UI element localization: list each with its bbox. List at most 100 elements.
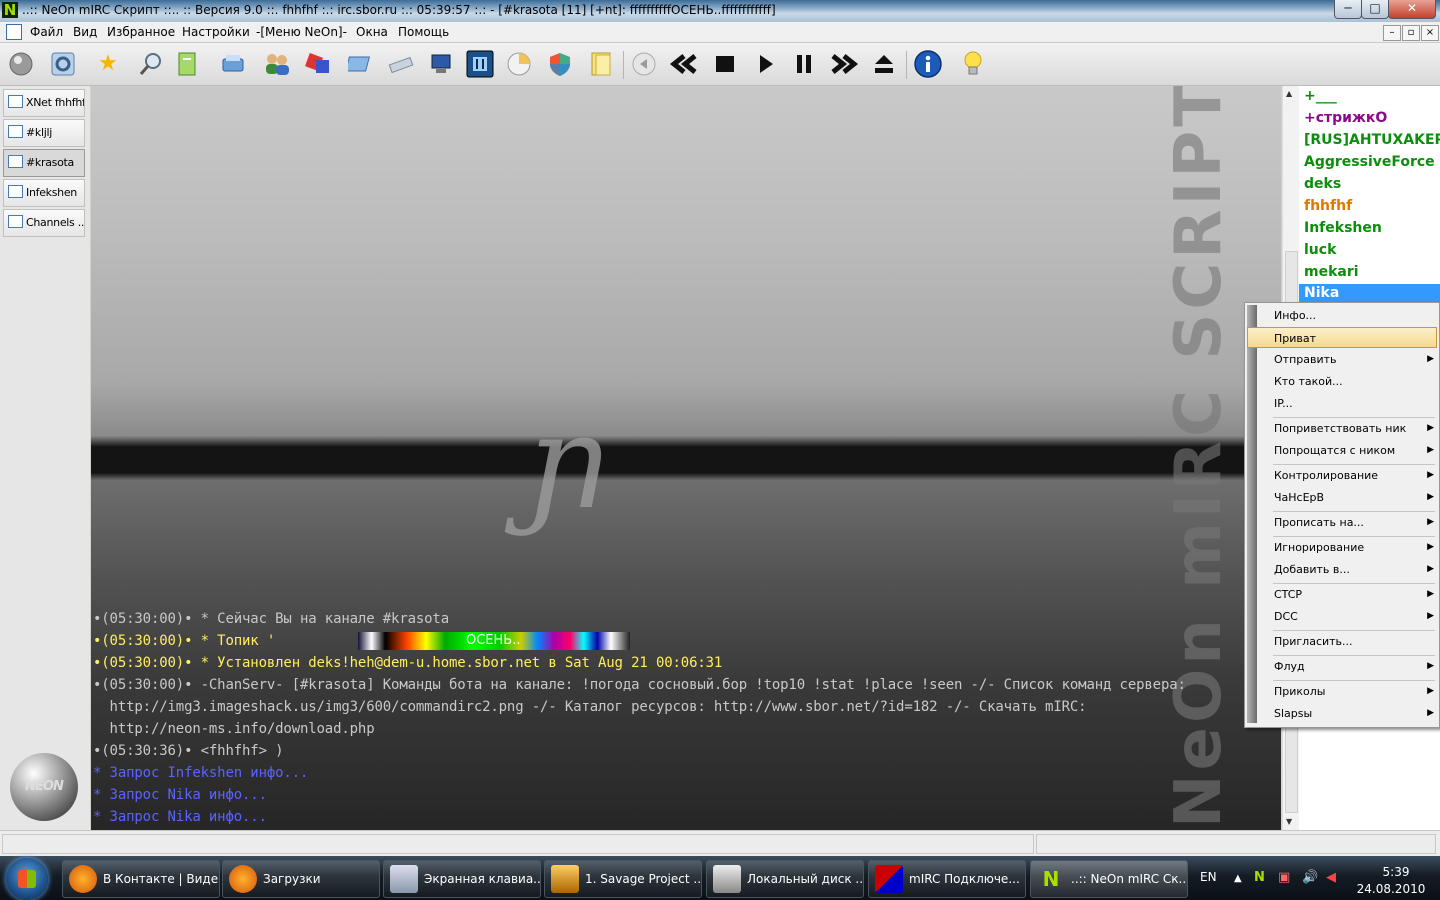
stop-icon[interactable] xyxy=(710,49,740,79)
menu-item-register[interactable]: Прописать на... ▶ xyxy=(1247,512,1437,533)
network-tray-icon[interactable]: ▣ xyxy=(1278,870,1290,885)
menu-item-whois[interactable]: Кто такой... xyxy=(1247,371,1437,392)
volume-icon[interactable]: 🔊 xyxy=(1302,870,1318,885)
menu-label: Приколы xyxy=(1274,685,1326,698)
status-bar xyxy=(0,830,1440,857)
connect-icon[interactable] xyxy=(6,49,36,79)
clock-time[interactable]: 5:39 xyxy=(1366,865,1426,879)
finder-icon[interactable] xyxy=(465,49,495,79)
menu-item-ip[interactable]: IP... xyxy=(1247,393,1437,414)
chat-line-text: •(05:30:00)• * Топик ' xyxy=(93,633,276,649)
menu-item-ignore[interactable]: Игнорирование ▶ xyxy=(1247,537,1437,558)
mdi-restore-button[interactable]: ▫ xyxy=(1402,25,1420,41)
task-mirc-connect[interactable]: mIRC Подключе... xyxy=(868,860,1026,898)
notify-icon[interactable] xyxy=(303,49,333,79)
menu-view[interactable]: Вид xyxy=(73,25,97,39)
menu-label: DCC xyxy=(1274,610,1298,623)
menu-label: Контролирование xyxy=(1274,469,1379,482)
switch-item-status[interactable]: XNet fhhfhf xyxy=(3,89,85,117)
task-local-disk[interactable]: Локальный диск ... xyxy=(706,860,864,898)
menu-item-info[interactable]: Инфо... xyxy=(1247,305,1437,326)
favorites-icon[interactable]: ★ xyxy=(93,49,123,79)
network-icon[interactable] xyxy=(426,49,456,79)
menu-settings[interactable]: Настройки xyxy=(182,25,250,39)
nick-item[interactable]: Infekshen xyxy=(1304,220,1382,236)
switch-item-infekshen[interactable]: Infekshen xyxy=(3,179,85,207)
maximize-button[interactable]: □ xyxy=(1361,0,1389,19)
play-icon[interactable] xyxy=(750,49,780,79)
nick-item[interactable]: [RUS]AHTUXAKEP xyxy=(1304,132,1440,148)
start-button[interactable] xyxy=(6,858,48,900)
nick-item[interactable]: luck xyxy=(1304,242,1336,258)
task-savage-project[interactable]: 1. Savage Project ... xyxy=(544,860,702,898)
nick-item[interactable]: deks xyxy=(1304,176,1341,192)
pause-icon[interactable] xyxy=(789,49,819,79)
chat-window[interactable]: ɲ NeOn mIRC SCRIPT •(05:30:00)• * Сейчас… xyxy=(91,86,1281,830)
rewind-icon[interactable] xyxy=(669,49,699,79)
menu-item-add-to[interactable]: Добавить в... ▶ xyxy=(1247,559,1437,580)
menu-item-farewell[interactable]: Попрощатся с ником ▶ xyxy=(1247,440,1437,461)
nick-item[interactable]: fhhfhf xyxy=(1304,198,1352,214)
menu-windows[interactable]: Окна xyxy=(356,25,388,39)
switch-item-channels[interactable]: Channels ... xyxy=(3,209,85,237)
menu-help[interactable]: Помощь xyxy=(398,25,449,39)
mdi-window-icon[interactable] xyxy=(6,24,22,40)
tip-icon[interactable] xyxy=(958,49,988,79)
users-icon[interactable] xyxy=(262,49,292,79)
folder-icon[interactable] xyxy=(587,49,617,79)
speaker-muted-icon[interactable]: ◀ xyxy=(1326,870,1336,885)
send-icon[interactable] xyxy=(218,49,248,79)
menu-item-chanserv[interactable]: ЧаНсЕрВ ▶ xyxy=(1247,487,1437,508)
task-neon-mirc[interactable]: N ..:: NeOn mIRC Ск... xyxy=(1030,860,1188,898)
scroll-up-icon[interactable]: ▲ xyxy=(1286,89,1292,98)
status-window-icon xyxy=(8,95,23,108)
neon-app-icon[interactable]: N xyxy=(2,2,18,18)
scroll-down-icon[interactable]: ▼ xyxy=(1286,817,1292,826)
menu-item-greet[interactable]: Поприветствовать ник ▶ xyxy=(1247,418,1437,439)
language-indicator[interactable]: EN xyxy=(1200,870,1217,884)
firefox-icon xyxy=(69,865,97,893)
info-icon[interactable] xyxy=(913,49,943,79)
eject-icon[interactable] xyxy=(869,49,899,79)
menu-item-ctcp[interactable]: CTCP ▶ xyxy=(1247,584,1437,605)
options-icon[interactable] xyxy=(48,49,78,79)
minimize-button[interactable]: ─ xyxy=(1334,0,1362,19)
menu-neon[interactable]: -[Меню NeOn]- xyxy=(256,25,347,39)
menu-favorites[interactable]: Избранное xyxy=(107,25,175,39)
menu-item-invite[interactable]: Пригласить... xyxy=(1247,631,1437,652)
search-icon[interactable] xyxy=(136,49,166,79)
nick-item[interactable]: +стрижкО xyxy=(1304,110,1387,126)
nick-item[interactable]: +___ xyxy=(1304,88,1337,104)
address-book-icon[interactable] xyxy=(172,49,202,79)
menu-item-fun[interactable]: Приколы ▶ xyxy=(1247,681,1437,702)
menu-item-slaps[interactable]: Slapsы ▶ xyxy=(1247,703,1437,724)
show-hidden-icons-icon[interactable]: ▲ xyxy=(1234,873,1242,884)
list-channels-icon[interactable] xyxy=(346,49,376,79)
task-vkontakte[interactable]: В Контакте | Виде... xyxy=(62,860,220,898)
menu-item-dcc[interactable]: DCC ▶ xyxy=(1247,606,1437,627)
menu-label: ЧаНсЕрВ xyxy=(1274,491,1325,504)
forward-icon[interactable] xyxy=(829,49,859,79)
menu-item-control[interactable]: Контролирование ▶ xyxy=(1247,465,1437,486)
task-onscreen-keyboard[interactable]: Экранная клавиа... xyxy=(383,860,541,898)
switch-item-krasota[interactable]: #krasota xyxy=(3,149,85,177)
nick-item-selected[interactable]: Nika xyxy=(1299,284,1440,304)
task-downloads[interactable]: Загрузки xyxy=(222,860,380,898)
shield-icon[interactable] xyxy=(545,49,575,79)
neon-tray-icon[interactable]: N xyxy=(1254,870,1265,885)
menu-item-send[interactable]: Отправить ▶ xyxy=(1247,349,1437,370)
dcc-icon[interactable] xyxy=(386,49,416,79)
clock-date[interactable]: 24.08.2010 xyxy=(1356,882,1426,896)
nick-item[interactable]: AggressiveForce xyxy=(1304,154,1435,170)
mdi-minimize-button[interactable]: – xyxy=(1383,25,1401,41)
menu-item-flood[interactable]: Флуд ▶ xyxy=(1247,656,1437,677)
mdi-close-button[interactable]: × xyxy=(1421,25,1439,41)
nick-item[interactable]: mekari xyxy=(1304,264,1359,280)
back-icon[interactable] xyxy=(629,49,659,79)
menu-file[interactable]: Файл xyxy=(30,25,63,39)
timer-icon[interactable] xyxy=(504,49,534,79)
submenu-arrow-icon: ▶ xyxy=(1427,354,1434,364)
menu-item-private[interactable]: Приват xyxy=(1247,327,1437,348)
switch-item-kljlj[interactable]: #kljlj xyxy=(3,119,85,147)
close-button[interactable]: ✕ xyxy=(1388,0,1436,19)
